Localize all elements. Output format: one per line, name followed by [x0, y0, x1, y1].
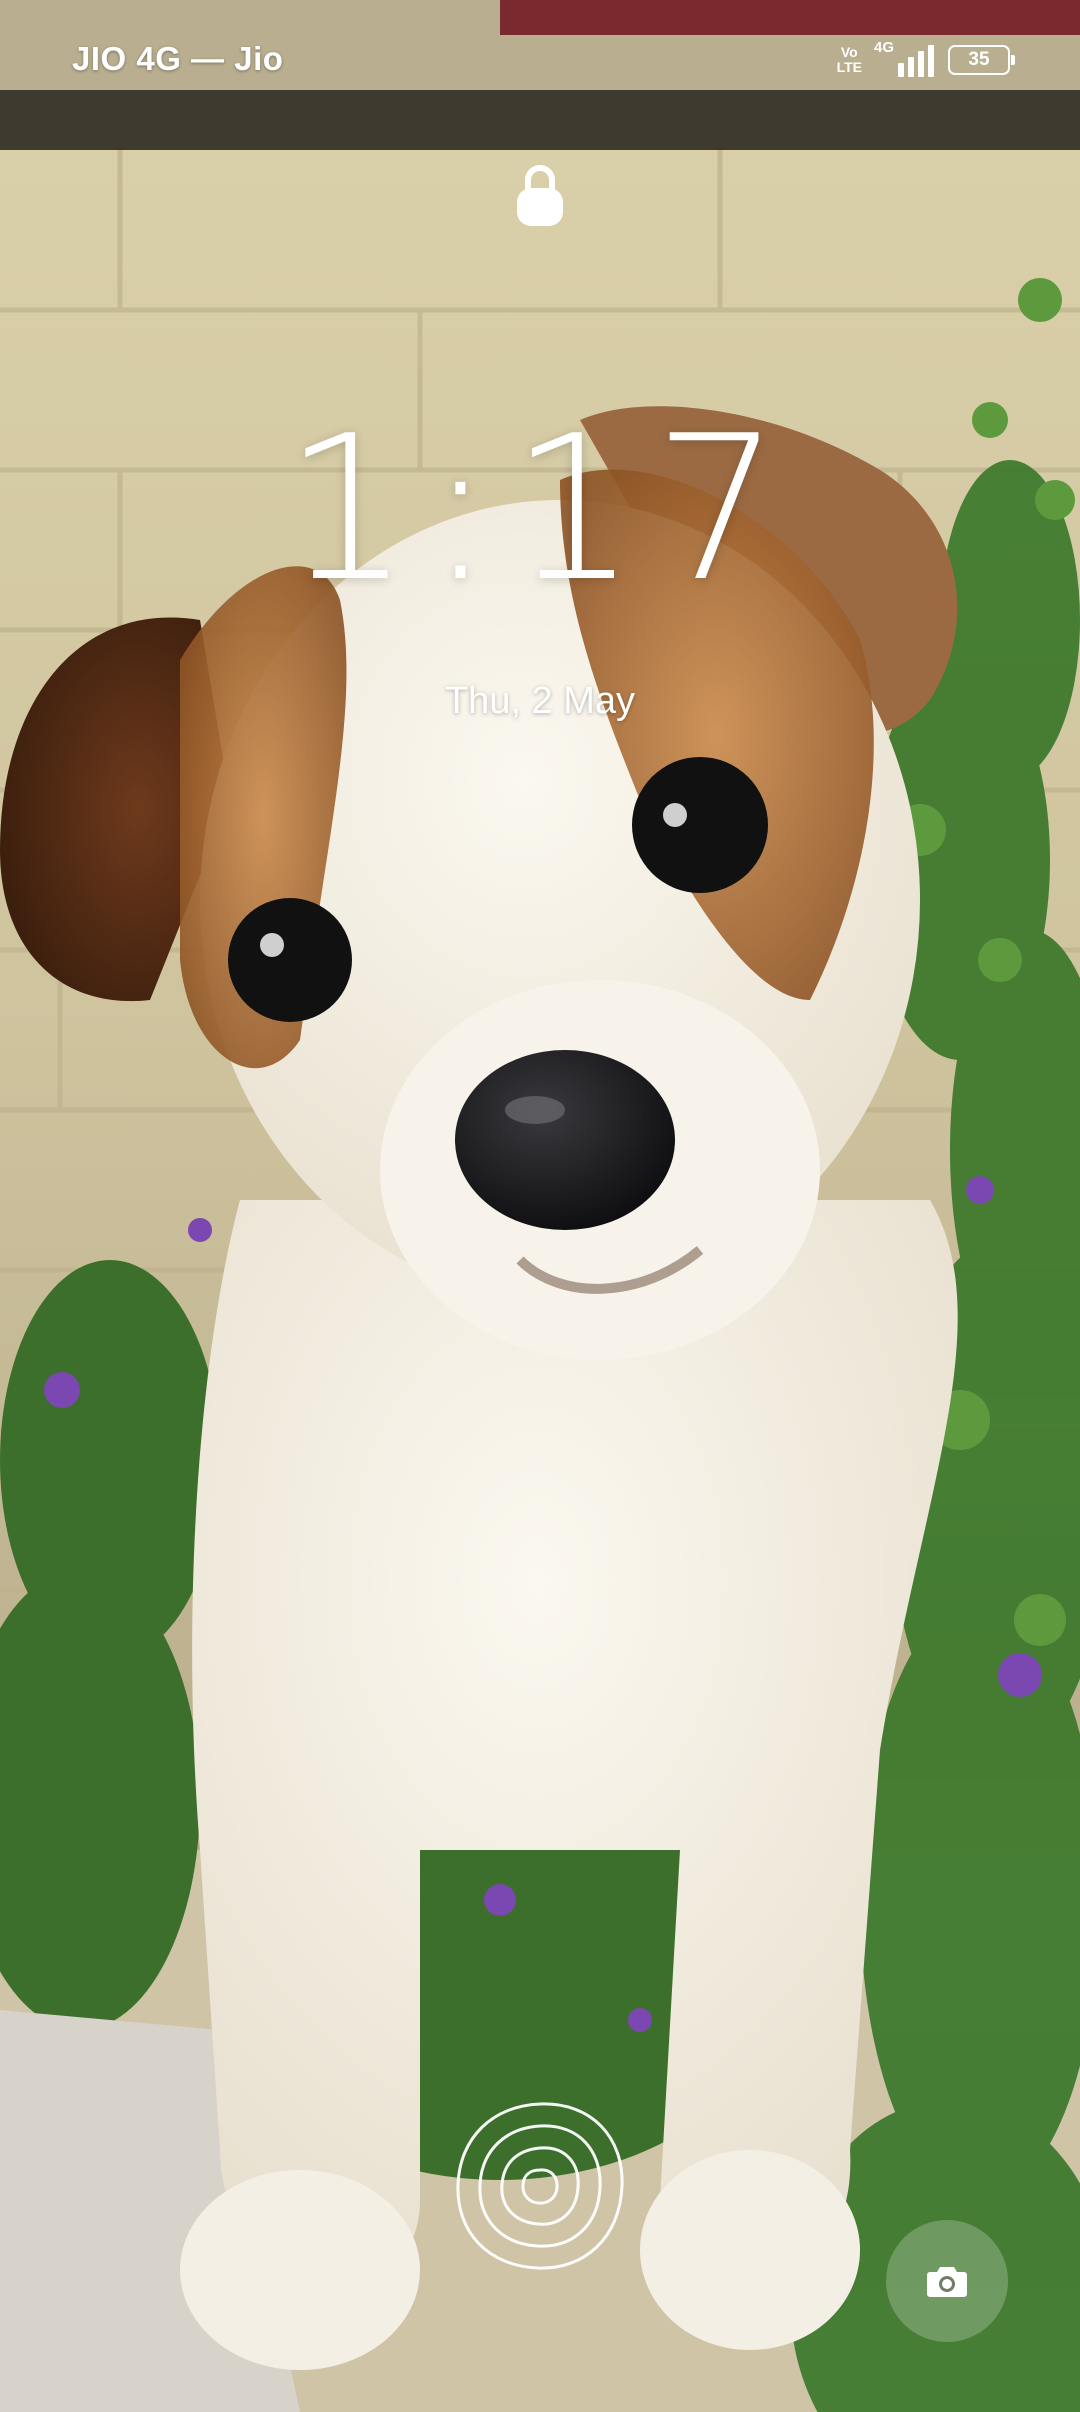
- fingerprint-icon[interactable]: [452, 2098, 628, 2274]
- network-type-label: 4G: [874, 39, 895, 56]
- camera-icon: [927, 2267, 967, 2297]
- wallpaper-image: [0, 0, 1080, 2412]
- carrier-label: JIO 4G — Jio: [72, 40, 284, 77]
- lock-screen-clock: 1:17: [283, 393, 797, 626]
- camera-shortcut-button[interactable]: [886, 2220, 1008, 2342]
- battery-level: 35: [968, 49, 990, 70]
- volte-top-label: Vo: [840, 44, 858, 60]
- lock-icon: [517, 165, 563, 226]
- lock-screen-date: Thu, 2 May: [444, 680, 636, 722]
- status-icons: Vo LTE 4G 35: [837, 39, 1015, 80]
- volte-bottom-label: LTE: [836, 59, 862, 75]
- status-bar: JIO 4G — Jio Vo LTE 4G 35: [0, 0, 1080, 120]
- signal-icon: 4G: [874, 39, 934, 77]
- lock-screen: JIO 4G — Jio Vo LTE 4G 35 1:17 Thu, 2 Ma…: [0, 0, 1080, 2412]
- volte-indicator: Vo LTE: [837, 45, 862, 75]
- battery-icon: 35: [948, 45, 1015, 75]
